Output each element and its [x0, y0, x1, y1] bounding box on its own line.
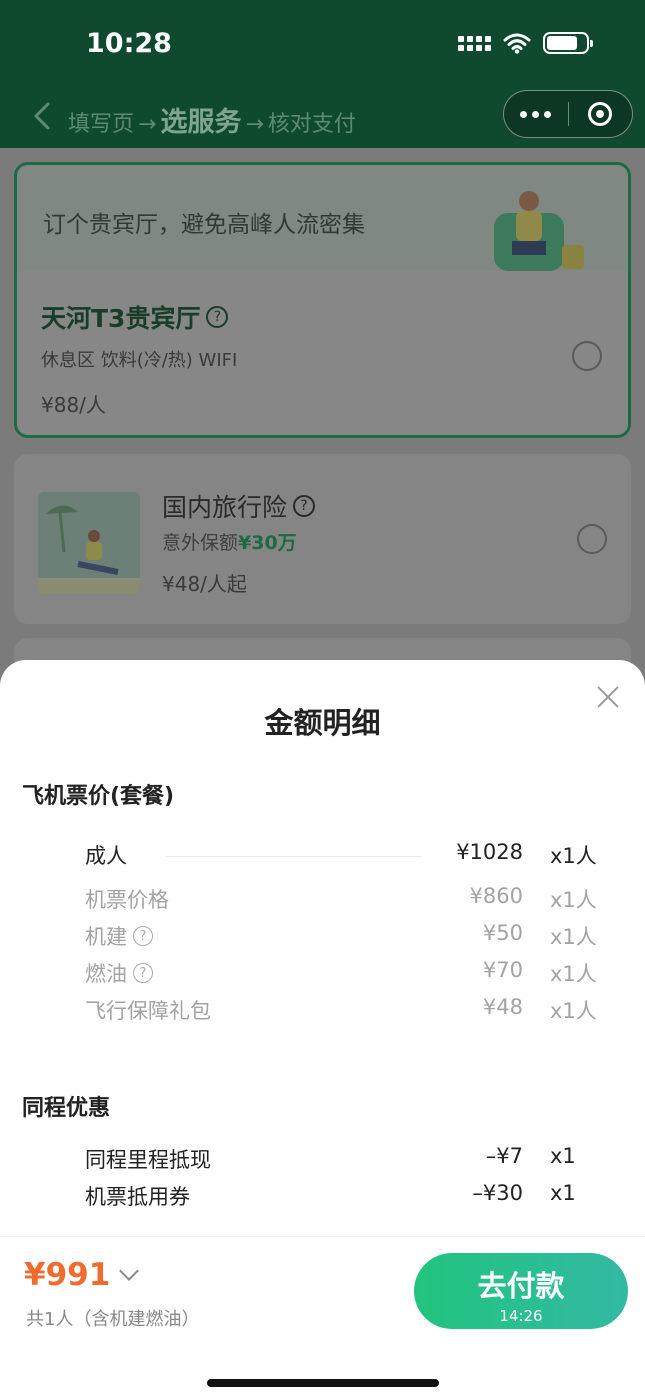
lounge-title: 天河T3贵宾厅 ? — [41, 299, 229, 335]
more-icon[interactable] — [504, 110, 568, 118]
step-fill-form[interactable]: 填写页 — [68, 106, 134, 138]
row-label: 燃油 ? — [85, 958, 153, 988]
insurance-title: 国内旅行险 ? — [162, 488, 316, 524]
insurance-card[interactable]: 国内旅行险 ? 意外保额¥30万 ¥48/人起 — [14, 454, 631, 624]
section-title-discount: 同程优惠 — [22, 1096, 111, 1121]
row-amount: ¥1028 — [456, 840, 523, 864]
row-qty: x1人 — [550, 888, 597, 912]
row-amount: –¥30 — [472, 1181, 523, 1205]
status-icons — [458, 32, 593, 54]
row-amount: ¥70 — [482, 958, 523, 982]
help-icon[interactable]: ? — [133, 963, 153, 983]
row-amount: ¥50 — [482, 921, 523, 945]
row-label: 同程里程抵现 — [85, 1148, 211, 1172]
step-arrow-icon: → — [245, 112, 264, 137]
row-label: 机票价格 — [85, 888, 169, 912]
insurance-price: ¥48/人起 — [162, 572, 247, 596]
top-bar: 10:28 填写页 → 选服务 → 核对支付 — [0, 0, 645, 148]
section-title-fare: 飞机票价(套餐) — [22, 784, 175, 809]
price-row: 燃油 ? ¥70 x1人 — [0, 954, 645, 988]
row-label: 机建 ? — [85, 921, 153, 951]
lounge-select-radio[interactable] — [572, 341, 602, 371]
row-divider — [166, 856, 422, 857]
discount-row: 机票抵用券 –¥30 x1 — [0, 1177, 645, 1211]
row-qty: x1人 — [550, 999, 597, 1023]
chevron-down-icon[interactable] — [119, 1261, 140, 1281]
row-label: 飞行保障礼包 — [85, 999, 211, 1023]
close-miniprogram-icon[interactable] — [569, 102, 633, 126]
lounge-card[interactable]: 订个贵宾厅，避免高峰人流密集 天河T3贵宾厅 ? 休息区 饮料(冷/热) WIF… — [14, 162, 631, 438]
row-qty: x1人 — [550, 962, 597, 986]
lounge-features: 休息区 饮料(冷/热) WIFI — [41, 350, 238, 371]
row-label: 机票抵用券 — [85, 1185, 190, 1209]
insurance-subtitle: 意外保额¥30万 — [162, 532, 297, 554]
row-label: 成人 — [85, 844, 127, 868]
price-row: 机票价格 ¥860 x1人 — [0, 880, 645, 914]
checkout-footer: ¥991 共1人（含机建燃油） 去付款 14:26 — [0, 1236, 645, 1398]
help-icon[interactable]: ? — [206, 306, 229, 328]
pay-button-label: 去付款 — [477, 1269, 565, 1303]
wifi-icon — [503, 33, 531, 54]
discount-row: 同程里程抵现 –¥7 x1 — [0, 1140, 645, 1174]
price-row: 成人 ¥1028 x1人 — [0, 836, 645, 870]
lounge-banner-text: 订个贵宾厅，避免高峰人流密集 — [43, 212, 365, 238]
price-row: 机建 ? ¥50 x1人 — [0, 917, 645, 951]
step-breadcrumb: 填写页 → 选服务 → 核对支付 — [68, 100, 356, 139]
lounge-illustration — [494, 191, 584, 271]
status-time: 10:28 — [86, 28, 172, 59]
nav-bar: 填写页 → 选服务 → 核对支付 — [0, 88, 645, 144]
step-select-service: 选服务 — [160, 107, 242, 138]
step-verify-pay: 核对支付 — [267, 112, 356, 137]
pay-countdown: 14:26 — [499, 1307, 543, 1325]
miniprogram-capsule — [503, 90, 633, 138]
help-icon[interactable]: ? — [133, 926, 153, 946]
lounge-price: ¥88/人 — [41, 393, 106, 417]
price-row: 飞行保障礼包 ¥48 x1人 — [0, 991, 645, 1025]
sheet-title: 金额明细 — [264, 706, 381, 740]
row-amount: ¥48 — [482, 995, 523, 1019]
pay-button[interactable]: 去付款 14:26 — [414, 1253, 628, 1329]
total-price[interactable]: ¥991 — [24, 1257, 140, 1293]
back-icon[interactable] — [32, 101, 52, 131]
row-amount: –¥7 — [485, 1144, 523, 1168]
home-indicator — [207, 1379, 439, 1387]
insurance-select-radio[interactable] — [577, 524, 607, 554]
help-icon[interactable]: ? — [293, 495, 316, 517]
lounge-banner: 订个贵宾厅，避免高峰人流密集 — [17, 165, 628, 271]
row-qty: x1人 — [550, 925, 597, 949]
row-qty: x1 — [550, 1181, 576, 1205]
row-qty: x1人 — [550, 844, 597, 868]
row-qty: x1 — [550, 1144, 576, 1168]
insurance-illustration — [38, 492, 140, 594]
row-amount: ¥860 — [469, 884, 523, 908]
battery-icon — [543, 32, 593, 54]
cellular-signal-icon — [458, 35, 491, 51]
step-arrow-icon: → — [138, 112, 157, 137]
total-note: 共1人（含机建燃油） — [26, 1309, 200, 1330]
